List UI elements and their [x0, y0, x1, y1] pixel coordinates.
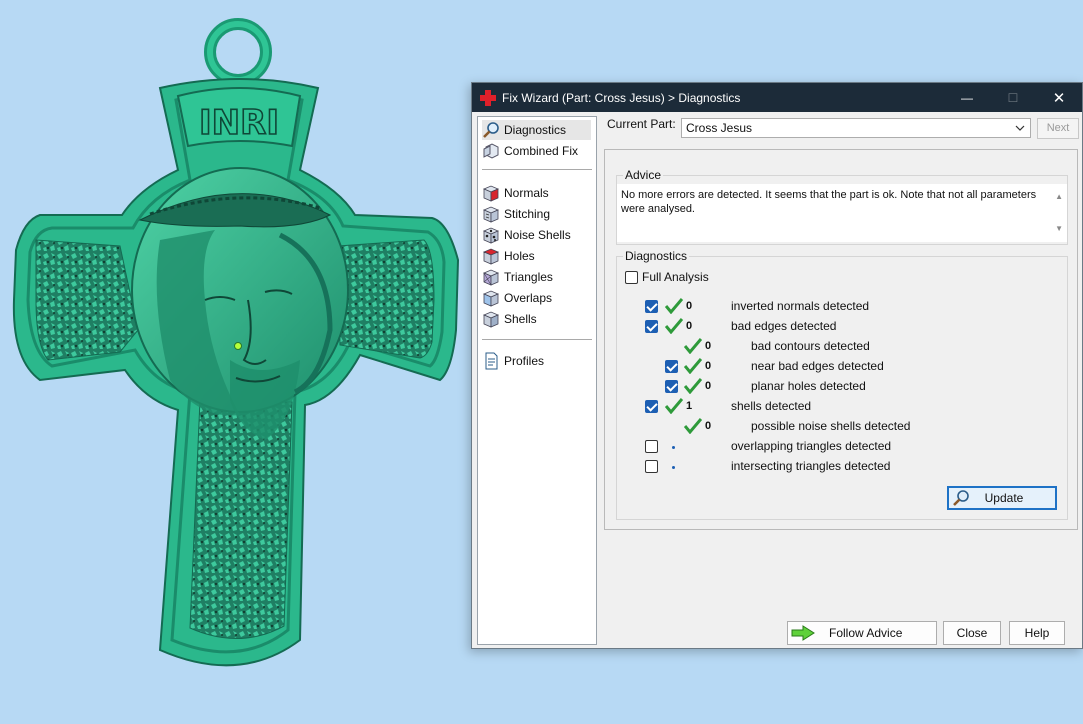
nav-item-label: Holes: [504, 249, 535, 263]
current-part-value: Cross Jesus: [686, 121, 753, 135]
profiles-document-icon: [485, 352, 498, 370]
not-analysed-dot: [672, 446, 675, 449]
stitching-cube-icon: [482, 206, 500, 223]
advice-group: Advice No more errors are detected. It s…: [616, 168, 1068, 245]
current-part-dropdown[interactable]: Cross Jesus: [681, 118, 1031, 138]
nav-item-label: Noise Shells: [504, 228, 571, 242]
shells-cube-icon: [482, 311, 500, 328]
issue-count: 0: [705, 360, 712, 372]
follow-advice-button[interactable]: Follow Advice: [787, 621, 937, 645]
overlaps-cube-icon: [482, 290, 500, 307]
advice-text-box: No more errors are detected. It seems th…: [617, 184, 1067, 242]
minimize-button[interactable]: —: [944, 83, 990, 112]
diagnostic-text: bad edges detected: [731, 319, 837, 333]
nav-item-noise-shells[interactable]: Noise Shells: [482, 225, 571, 245]
issue-count: 0: [686, 320, 693, 332]
nav-item-profiles[interactable]: Profiles: [482, 351, 544, 371]
diagnostics-label: Diagnostics: [623, 249, 690, 263]
maximize-button[interactable]: ☐: [990, 83, 1036, 112]
diagnostic-text: near bad edges detected: [751, 359, 884, 373]
diagnostics-panel: Advice No more errors are detected. It s…: [604, 149, 1078, 530]
diagnostic-text: intersecting triangles detected: [731, 459, 891, 473]
full-analysis-checkbox[interactable]: [625, 271, 638, 284]
wizard-nav-panel: Diagnostics Combined Fix Normals Stitchi…: [477, 116, 597, 645]
bad-edges-checkbox[interactable]: [645, 320, 658, 333]
inverted-normals-checkbox[interactable]: [645, 300, 658, 313]
check-mark-icon: [684, 358, 702, 374]
nav-item-label: Triangles: [504, 270, 553, 284]
nav-item-label: Diagnostics: [504, 123, 567, 137]
close-window-button[interactable]: ✕: [1036, 83, 1082, 112]
issue-count: 1: [686, 400, 693, 412]
window-title: Fix Wizard (Part: Cross Jesus) > Diagnos…: [502, 90, 741, 105]
nav-item-combined-fix[interactable]: Combined Fix: [482, 141, 578, 161]
diagnostic-text: bad contours detected: [751, 339, 870, 353]
holes-cube-icon: [482, 248, 500, 265]
check-mark-icon: [684, 418, 702, 434]
check-mark-icon: [665, 298, 683, 314]
advice-label: Advice: [623, 168, 664, 182]
intersecting-triangles-checkbox[interactable]: [645, 460, 658, 473]
nav-item-triangles[interactable]: Triangles: [482, 267, 553, 287]
help-button[interactable]: Help: [1009, 621, 1065, 645]
nav-item-holes[interactable]: Holes: [482, 246, 535, 266]
issue-count: 0: [705, 380, 712, 392]
check-mark-icon: [665, 398, 683, 414]
normals-cube-icon: [482, 185, 500, 202]
follow-advice-label: Follow Advice: [829, 626, 903, 640]
shells-checkbox[interactable]: [645, 400, 658, 413]
advice-text: No more errors are detected. It seems th…: [621, 189, 1037, 215]
update-label: Update: [984, 491, 1024, 505]
diagnostic-text: possible noise shells detected: [751, 419, 911, 433]
full-analysis-label: Full Analysis: [642, 270, 709, 284]
nav-item-label: Stitching: [504, 207, 551, 221]
nav-separator: [482, 169, 592, 170]
nav-item-label: Normals: [504, 186, 549, 200]
issue-count: 0: [686, 300, 693, 312]
current-part-label: Current Part:: [607, 117, 676, 131]
chevron-down-icon: [1015, 125, 1025, 131]
scroll-up-arrow[interactable]: ▲: [1055, 190, 1063, 204]
check-mark-icon: [665, 318, 683, 334]
diagnostic-text: shells detected: [731, 399, 812, 413]
scroll-down-arrow[interactable]: ▼: [1055, 222, 1063, 236]
magnifier-icon: [483, 122, 499, 138]
diagnostics-group: Diagnostics Full Analysis 0 inverted nor…: [616, 249, 1068, 520]
diagnostic-text: inverted normals detected: [731, 299, 870, 313]
nav-item-overlaps[interactable]: Overlaps: [482, 288, 552, 308]
magnifier-icon: [953, 490, 969, 506]
nav-item-label: Shells: [504, 312, 537, 326]
nav-item-normals[interactable]: Normals: [482, 183, 549, 203]
next-button[interactable]: Next: [1037, 118, 1079, 139]
nav-separator: [482, 339, 592, 340]
issue-count: 0: [705, 420, 712, 432]
title-bar[interactable]: Fix Wizard (Part: Cross Jesus) > Diagnos…: [472, 83, 1082, 112]
diagnostic-text: overlapping triangles detected: [731, 439, 892, 453]
diagnostic-text: planar holes detected: [751, 379, 866, 393]
red-cross-app-icon: [480, 89, 496, 106]
nav-item-label: Profiles: [504, 354, 545, 368]
inri-plaque-text: INRI: [199, 103, 279, 143]
nav-item-shells[interactable]: Shells: [482, 309, 537, 329]
fix-wizard-window: Fix Wizard (Part: Cross Jesus) > Diagnos…: [471, 82, 1083, 649]
pick-point-marker: [234, 342, 242, 350]
noise-shells-icon: [482, 227, 500, 244]
triangles-cube-icon: [482, 269, 500, 286]
close-button[interactable]: Close: [943, 621, 1001, 645]
nav-item-stitching[interactable]: Stitching: [482, 204, 550, 224]
check-mark-icon: [684, 378, 702, 394]
issue-count: 0: [705, 340, 712, 352]
near-bad-edges-checkbox[interactable]: [665, 360, 678, 373]
nav-item-label: Combined Fix: [504, 144, 579, 158]
nav-item-label: Overlaps: [504, 291, 553, 305]
not-analysed-dot: [672, 466, 675, 469]
check-mark-icon: [684, 338, 702, 354]
overlapping-triangles-checkbox[interactable]: [645, 440, 658, 453]
green-arrow-right-icon: [791, 625, 815, 641]
update-button[interactable]: Update: [947, 486, 1057, 510]
combined-fix-icon: [483, 143, 499, 159]
planar-holes-checkbox[interactable]: [665, 380, 678, 393]
nav-item-diagnostics[interactable]: Diagnostics: [482, 120, 591, 140]
